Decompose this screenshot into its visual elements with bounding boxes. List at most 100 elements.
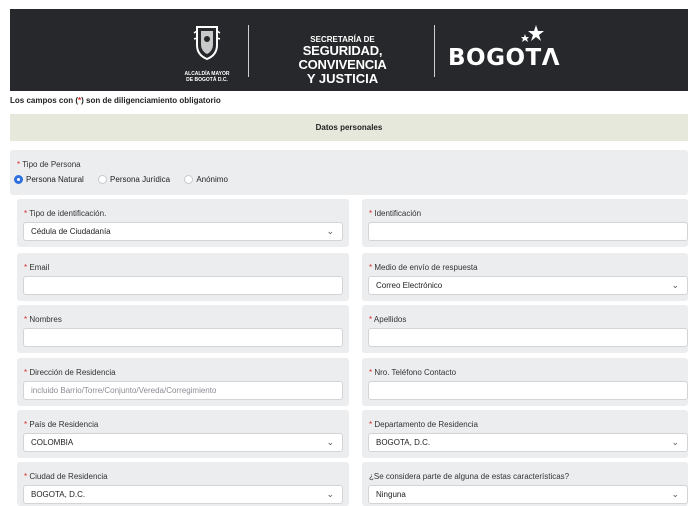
- alcaldia-logo[interactable]: ALCALDÍA MAYOR DE BOGOTÁ D.C.: [176, 23, 238, 87]
- direccion-label: * Dirección de Residencia: [24, 368, 116, 377]
- required-star: *: [369, 209, 373, 218]
- required-star: *: [369, 368, 373, 377]
- caracteristicas-card: ¿Se considera parte de alguna de estas c…: [362, 462, 688, 506]
- email-label: * Email: [24, 263, 49, 272]
- required-star: *: [369, 315, 373, 324]
- radio-label: Persona Jurídica: [110, 175, 171, 184]
- radio-icon[interactable]: [184, 175, 194, 184]
- tipo-persona-radio-group: Persona Natural Persona Jurídica Anónimo: [14, 175, 240, 184]
- label-text: Nro. Teléfono Contacto: [374, 368, 457, 377]
- label-text: País de Residencia: [29, 420, 99, 429]
- secretaria-line-3: Y JUSTICIA: [306, 71, 379, 86]
- ciudad-card: * Ciudad de Residencia BOGOTA, D.C. ⌄: [17, 462, 349, 506]
- required-star: *: [369, 420, 373, 429]
- escudo-line-2: DE BOGOTÁ D.C.: [186, 77, 228, 83]
- tipo-persona-card: * Tipo de Persona: [10, 150, 688, 195]
- pais-select[interactable]: COLOMBIA ⌄: [23, 433, 343, 452]
- select-value: BOGOTA, D.C.: [31, 490, 86, 499]
- medio-envio-card: * Medio de envío de respuesta Correo Ele…: [362, 253, 688, 301]
- radio-icon[interactable]: [98, 175, 108, 184]
- required-star: *: [17, 160, 21, 169]
- chevron-down-icon: ⌄: [326, 489, 334, 499]
- chevron-down-icon: ⌄: [326, 226, 334, 236]
- select-value: COLOMBIA: [31, 438, 74, 447]
- label-text: Email: [29, 263, 50, 272]
- select-value: Correo Electrónico: [376, 281, 443, 290]
- required-star: *: [369, 263, 373, 272]
- select-value: Cédula de Ciudadanía: [31, 227, 111, 236]
- chevron-down-icon: ⌄: [671, 280, 679, 290]
- header-divider: [248, 25, 249, 77]
- label-text: Medio de envío de respuesta: [374, 263, 478, 272]
- label-text: Identificación: [374, 209, 422, 218]
- apellidos-label: * Apellidos: [369, 315, 406, 324]
- identificacion-input[interactable]: [368, 222, 688, 241]
- medio-envio-select[interactable]: Correo Electrónico ⌄: [368, 276, 688, 295]
- radio-persona-natural[interactable]: Persona Natural: [14, 175, 84, 184]
- star-icon: [521, 25, 544, 42]
- tipo-identificacion-label: * Tipo de identificación.: [24, 209, 106, 218]
- required-star: *: [24, 420, 28, 429]
- required-star: *: [24, 472, 28, 481]
- apellidos-input[interactable]: [368, 328, 688, 347]
- nombres-card: * Nombres: [17, 305, 349, 353]
- select-value: BOGOTA, D.C.: [376, 438, 431, 447]
- pais-card: * País de Residencia COLOMBIA ⌄: [17, 410, 349, 458]
- pais-label: * País de Residencia: [24, 420, 98, 429]
- telefono-label: * Nro. Teléfono Contacto: [369, 368, 456, 377]
- chevron-down-icon: ⌄: [326, 437, 334, 447]
- departamento-select[interactable]: BOGOTA, D.C. ⌄: [368, 433, 688, 452]
- select-value: Ninguna: [376, 490, 406, 499]
- ciudad-label: * Ciudad de Residencia: [24, 472, 108, 481]
- medio-envio-label: * Medio de envío de respuesta: [369, 263, 478, 272]
- label-text: Nombres: [29, 315, 62, 324]
- required-fields-note: Los campos con (*) son de diligenciamien…: [10, 96, 221, 105]
- ciudad-select[interactable]: BOGOTA, D.C. ⌄: [23, 485, 343, 504]
- tipo-identificacion-card: * Tipo de identificación. Cédula de Ciud…: [17, 199, 349, 247]
- label-text: Ciudad de Residencia: [29, 472, 108, 481]
- departamento-label: * Departamento de Residencia: [369, 420, 478, 429]
- label-text: Departamento de Residencia: [374, 420, 478, 429]
- chevron-down-icon: ⌄: [671, 437, 679, 447]
- required-star: *: [24, 368, 28, 377]
- section-title: Datos personales: [10, 114, 688, 141]
- radio-selected-icon[interactable]: [14, 175, 23, 184]
- header-divider: [434, 25, 435, 77]
- tipo-persona-label: * Tipo de Persona: [17, 160, 81, 169]
- input-placeholder: incluido Barrio/Torre/Conjunto/Vereda/Co…: [31, 386, 217, 395]
- telefono-card: * Nro. Teléfono Contacto: [362, 358, 688, 406]
- required-star: *: [24, 209, 28, 218]
- radio-persona-juridica[interactable]: Persona Jurídica: [98, 175, 170, 184]
- email-input[interactable]: [23, 276, 343, 295]
- radio-anonimo[interactable]: Anónimo: [184, 175, 228, 184]
- label-text: ¿Se considera parte de alguna de estas c…: [369, 472, 570, 481]
- tipo-identificacion-select[interactable]: Cédula de Ciudadanía ⌄: [23, 222, 343, 241]
- required-star: *: [24, 315, 28, 324]
- coat-of-arms-icon: [193, 26, 221, 61]
- chevron-down-icon: ⌄: [671, 489, 679, 499]
- label-text: Tipo de identificación.: [29, 209, 107, 218]
- identificacion-card: * Identificación: [362, 199, 688, 247]
- required-star: *: [24, 263, 28, 272]
- direccion-input[interactable]: incluido Barrio/Torre/Conjunto/Vereda/Co…: [23, 381, 343, 400]
- email-card: * Email: [17, 253, 349, 301]
- telefono-input[interactable]: [368, 381, 688, 400]
- label-text: Apellidos: [373, 315, 407, 324]
- nombres-input[interactable]: [23, 328, 343, 347]
- apellidos-card: * Apellidos: [362, 305, 688, 353]
- escudo-caption: ALCALDÍA MAYOR DE BOGOTÁ D.C.: [176, 71, 238, 83]
- radio-label: Anónimo: [196, 175, 228, 184]
- tipo-persona-label-text: Tipo de Persona: [22, 160, 81, 169]
- direccion-card: * Dirección de Residencia incluido Barri…: [17, 358, 349, 406]
- departamento-card: * Departamento de Residencia BOGOTA, D.C…: [362, 410, 688, 458]
- radio-label: Persona Natural: [26, 175, 84, 184]
- nombres-label: * Nombres: [24, 315, 62, 324]
- label-text: Dirección de Residencia: [29, 368, 116, 377]
- required-note-prefix: Los campos con (: [10, 96, 79, 105]
- caracteristicas-select[interactable]: Ninguna ⌄: [368, 485, 688, 504]
- identificacion-label: * Identificación: [369, 209, 421, 218]
- caracteristicas-label: ¿Se considera parte de alguna de estas c…: [369, 472, 569, 481]
- secretaria-logo[interactable]: SECRETARÍA DE SEGURIDAD, CONVIVENCIA Y J…: [260, 35, 425, 85]
- required-note-suffix: ) son de diligenciamiento obligatorio: [81, 96, 221, 105]
- secretaria-line-2: SEGURIDAD, CONVIVENCIA: [298, 43, 387, 72]
